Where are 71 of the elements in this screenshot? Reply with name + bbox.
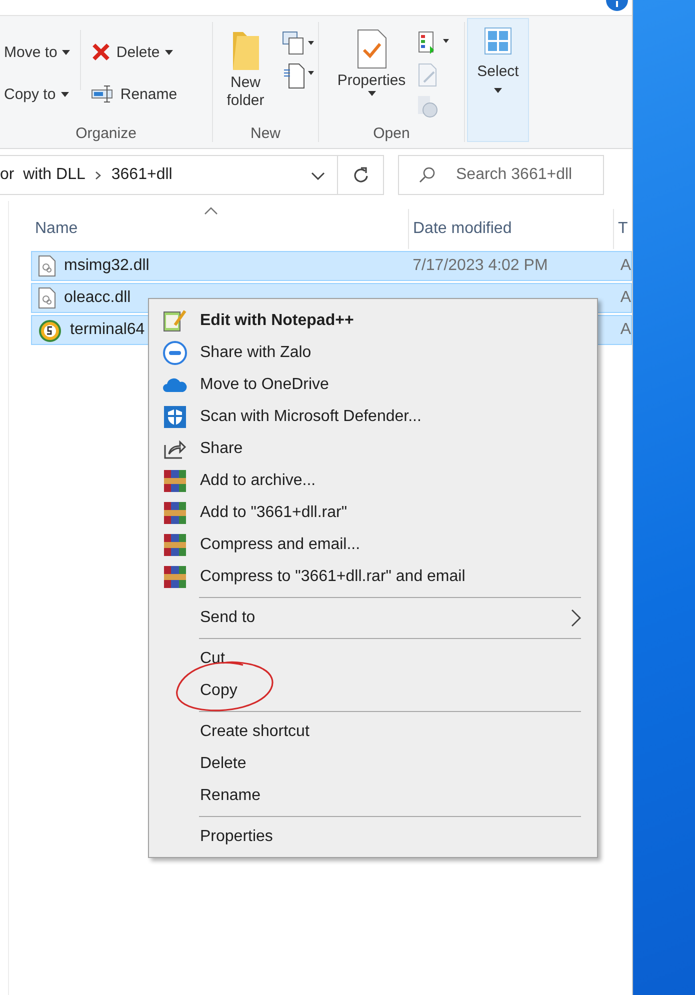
caret-icon: [368, 91, 376, 96]
menu-item[interactable]: Send to: [149, 602, 597, 634]
file-icon: [38, 255, 56, 277]
cloud-icon: [163, 377, 187, 393]
ribbon-button[interactable]: Delete: [87, 36, 182, 68]
ribbon-button[interactable]: Rename: [87, 78, 182, 110]
breadcrumb[interactable]: or with DLL: [0, 166, 86, 184]
menu-item[interactable]: Scan with Microsoft Defender...: [149, 401, 597, 433]
books-icon: [163, 565, 187, 589]
search-icon: [418, 166, 436, 184]
file-type: A: [620, 321, 631, 338]
app-icon: [38, 318, 62, 342]
menu-item[interactable]: Copy: [149, 675, 597, 707]
books-icon: [163, 533, 187, 557]
properties-button[interactable]: Properties: [333, 26, 410, 118]
dropdown-icon[interactable]: [311, 172, 325, 180]
menu-item[interactable]: Add to archive...: [149, 465, 597, 497]
file-type: A: [620, 257, 631, 274]
refresh-icon: [352, 166, 370, 184]
address-bar[interactable]: or with DLL 3661+dll: [0, 155, 338, 195]
file-type: A: [620, 289, 631, 306]
books-icon: [163, 469, 187, 493]
copy-path-icon[interactable]: [280, 30, 314, 56]
chevron-icon: [95, 170, 102, 180]
sort-caret-icon: [204, 207, 218, 215]
menu-item[interactable]: Properties: [149, 821, 597, 853]
select-button[interactable]: Select: [467, 18, 529, 142]
file-name: msimg32.dll: [64, 257, 150, 275]
caret-icon: [494, 88, 502, 93]
help-icon[interactable]: [606, 0, 628, 12]
new-folder-button[interactable]: New folder: [216, 26, 274, 118]
column-header[interactable]: Date modified: [409, 209, 614, 249]
breadcrumb[interactable]: 3661+dll: [111, 166, 172, 184]
refresh-button[interactable]: [338, 155, 384, 195]
group-label: Organize: [76, 125, 136, 144]
books-icon: [163, 501, 187, 525]
menu-item[interactable]: Compress and email...: [149, 529, 597, 561]
file-name: terminal64: [70, 321, 145, 339]
file-row[interactable]: msimg32.dll 7/17/2023 4:02 PM A: [31, 251, 632, 281]
caret-icon: [62, 50, 70, 54]
caret-icon: [60, 92, 69, 96]
column-header[interactable]: T: [614, 209, 632, 249]
search-field[interactable]: Search 3661+dll: [398, 155, 604, 195]
menu-item[interactable]: Rename: [149, 780, 597, 812]
file-icon: [38, 287, 56, 309]
ribbon-button[interactable]: Move to: [0, 36, 74, 68]
menu-item[interactable]: Share with Zalo: [149, 337, 597, 369]
shield-icon: [163, 405, 187, 429]
notepad-icon: [163, 309, 187, 333]
menu-item[interactable]: Delete: [149, 748, 597, 780]
delete-icon: [91, 42, 112, 62]
ribbon-button[interactable]: Copy to: [0, 78, 74, 110]
group-label: Open: [373, 125, 410, 144]
chat-bubble-icon: [163, 341, 187, 365]
menu-item[interactable]: Cut: [149, 643, 597, 675]
properties-icon: [356, 28, 388, 70]
date-modified: 7/17/2023 4:02 PM: [412, 257, 548, 274]
chevron-icon: [571, 609, 581, 627]
menu-item[interactable]: Create shortcut: [149, 716, 597, 748]
menu-item[interactable]: Share: [149, 433, 597, 465]
caret-icon: [164, 50, 173, 54]
menu-item[interactable]: Compress to "3661+dll.rar" and email: [149, 561, 597, 593]
menu-item[interactable]: Edit with Notepad++: [149, 305, 597, 337]
rename-icon: [91, 85, 116, 103]
open-icon[interactable]: [416, 30, 450, 56]
column-header[interactable]: Name: [31, 209, 409, 249]
menu-item[interactable]: Add to "3661+dll.rar": [149, 497, 597, 529]
menu-item[interactable]: Move to OneDrive: [149, 369, 597, 401]
file-name: oleacc.dll: [64, 289, 131, 307]
grid-icon: [484, 27, 512, 55]
group-label: New: [250, 125, 280, 144]
